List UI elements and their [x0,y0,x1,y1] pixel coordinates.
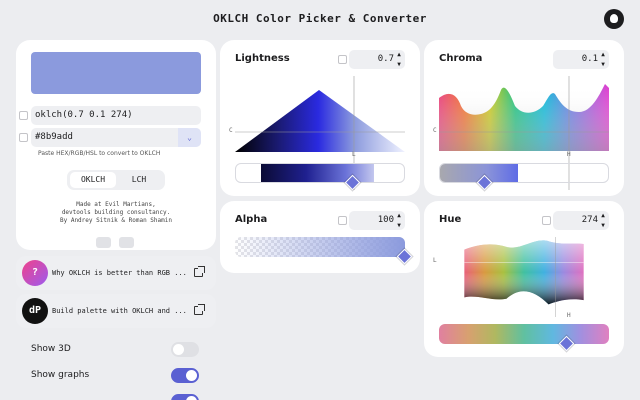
axis-label-h: H [567,151,571,158]
hue-label: Hue [439,214,462,225]
stepper-icon[interactable]: ▲ ▼ [600,211,606,230]
hex-input[interactable]: #8b9add ⌄ [31,128,201,147]
paste-hint: Paste HEX/RGB/HSL to convert to OKLCH [38,150,161,157]
hex-input-value: #8b9add [35,132,73,142]
stepper-icon[interactable]: ▲ ▼ [600,50,606,69]
axis-label-c: C [229,127,233,134]
show-graphs-label: Show graphs [31,370,90,380]
github-icon[interactable] [604,9,624,29]
color-input-panel: oklch(0.7 0.1 274) #8b9add ⌄ Paste HEX/R… [16,40,216,250]
axis-label-h: H [567,312,571,319]
tab-lch[interactable]: LCH [116,172,162,188]
credits-line: devtools building consultancy. [61,209,171,216]
lock-icon[interactable] [338,216,347,225]
show-3d-toggle[interactable] [171,342,199,357]
lightness-label: Lightness [235,53,290,64]
question-icon: ? [22,260,48,286]
link-label: Why OKLCH is better than RGB ... [52,269,187,277]
oklch-input[interactable]: oklch(0.7 0.1 274) [31,106,201,125]
hue-input[interactable]: 274 ▲ ▼ [553,211,609,230]
alpha-slider-gradient [235,237,405,257]
stepper-icon[interactable]: ▲ ▼ [396,50,402,69]
link-label: Build palette with OKLCH and ... [52,307,187,315]
link-why-oklch[interactable]: ? Why OKLCH is better than RGB ... [16,256,216,290]
lock-icon[interactable] [19,133,28,142]
alpha-input[interactable]: 100 ▲ ▼ [349,211,405,230]
alpha-value: 100 [377,215,394,225]
axis-label-l: L [352,151,356,158]
redo-button[interactable] [119,237,134,248]
chroma-label: Chroma [439,53,483,64]
chroma-value: 0.1 [581,54,598,64]
app-title: OKLCH Color Picker & Converter [213,12,427,25]
lock-icon[interactable] [338,55,347,64]
tab-oklch[interactable]: OKLCH [70,172,116,188]
axis-label-c: C [433,127,437,134]
chroma-slider[interactable] [439,163,609,183]
show-graphs-toggle[interactable] [171,368,199,383]
lock-icon[interactable] [542,216,551,225]
axis-label-l: L [433,257,437,264]
format-dropdown-button[interactable]: ⌄ [178,128,201,147]
lightness-card: Lightness 0.7 ▲ ▼ C L [220,40,420,196]
hue-graph[interactable] [439,237,609,317]
chroma-card: Chroma 0.1 ▲ ▼ C H [424,40,624,196]
oklch-input-value: oklch(0.7 0.1 274) [35,110,133,120]
partially-visible-toggle[interactable] [171,394,199,400]
undo-button[interactable] [96,237,111,248]
palette-logo-icon: dP [22,298,48,324]
external-link-icon [194,304,205,315]
lightness-value: 0.7 [377,54,394,64]
credits-line[interactable]: Made at Evil Martians, [16,201,216,209]
alpha-slider[interactable] [235,237,405,257]
lightness-input[interactable]: 0.7 ▲ ▼ [349,50,405,69]
link-build-palette[interactable]: dP Build palette with OKLCH and ... [16,294,216,328]
show-3d-label: Show 3D [31,344,71,354]
color-preview-swatch [31,52,201,94]
credits: Made at Evil Martians, devtools building… [16,201,216,225]
external-link-icon [194,266,205,277]
mode-switch: OKLCH LCH [67,170,165,190]
lightness-slider[interactable] [235,163,405,183]
credits-line[interactable]: By Andrey Sitnik & Roman Shamin [16,217,216,225]
hue-slider[interactable] [439,324,609,344]
hue-card: Hue 274 ▲ ▼ L H [424,201,624,357]
chroma-input[interactable]: 0.1 ▲ ▼ [553,50,609,69]
chevron-down-icon: ⌄ [187,133,192,142]
alpha-label: Alpha [235,214,268,225]
hue-value: 274 [581,215,598,225]
alpha-card: Alpha 100 ▲ ▼ [220,201,420,273]
stepper-icon[interactable]: ▲ ▼ [396,211,402,230]
lock-icon[interactable] [19,111,28,120]
